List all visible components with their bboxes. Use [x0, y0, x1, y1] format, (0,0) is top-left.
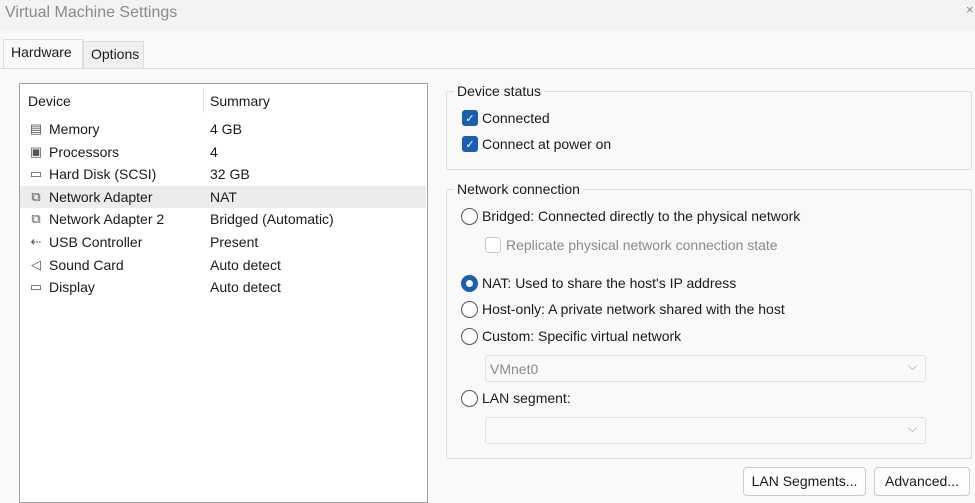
device-name: Network Adapter 2 — [49, 211, 165, 228]
connected-checkbox[interactable]: ✓ — [462, 110, 478, 126]
device-summary: 4 — [210, 143, 218, 160]
close-icon[interactable]: × — [966, 2, 974, 17]
bridged-radio[interactable] — [461, 208, 478, 225]
tab-hardware[interactable]: Hardware — [3, 39, 83, 69]
custom-label[interactable]: Custom: Specific virtual network — [482, 328, 681, 344]
nat-label[interactable]: NAT: Used to share the host's IP address — [482, 275, 736, 291]
device-summary: 4 GB — [210, 121, 242, 137]
network-adapter-icon: ⧉ — [31, 211, 41, 227]
device-row[interactable]: ▤ Memory 4 GB — [20, 118, 426, 140]
device-summary: 32 GB — [210, 166, 250, 183]
device-name: Processors — [49, 143, 120, 160]
column-header-device[interactable]: Device — [28, 93, 71, 109]
hard-disk-icon: ▭ — [29, 166, 43, 182]
speaker-icon: ◁ — [31, 256, 41, 272]
host-only-label[interactable]: Host-only: A private network shared with… — [482, 301, 785, 317]
nat-radio[interactable] — [461, 275, 478, 292]
replicate-label[interactable]: Replicate physical network connection st… — [506, 237, 778, 253]
device-list[interactable]: Device Summary ▤ Memory 4 GB ▣ Processors 4 ▭ H… — [19, 83, 428, 503]
device-name: Memory — [49, 121, 100, 137]
bridged-label[interactable]: Bridged: Connected directly to the physi… — [482, 208, 800, 224]
connect-at-power-on-label[interactable]: Connect at power on — [482, 136, 611, 152]
column-divider[interactable] — [203, 89, 204, 113]
lan-segments-button[interactable]: LAN Segments... — [743, 467, 866, 496]
device-name: Display — [49, 279, 95, 296]
device-row[interactable]: ▣ Processors 4 — [20, 141, 426, 163]
device-status-group — [446, 91, 972, 170]
custom-network-dropdown[interactable]: VMnet0 ⌵ — [485, 355, 926, 382]
device-summary: Auto detect — [210, 279, 281, 296]
device-summary: Present — [210, 234, 259, 250]
device-summary: NAT — [210, 188, 237, 205]
network-adapter-icon: ⧉ — [31, 188, 41, 204]
chevron-down-icon: ⌵ — [907, 359, 917, 373]
chevron-down-icon: ⌵ — [907, 421, 917, 435]
memory-icon: ▤ — [29, 121, 43, 136]
connect-at-power-on-checkbox[interactable]: ✓ — [462, 136, 478, 152]
device-row[interactable]: ⧉ Network Adapter 2 Bridged (Automatic) — [20, 208, 426, 230]
device-name: Network Adapter — [49, 188, 153, 205]
device-name: Sound Card — [49, 256, 124, 273]
column-header-summary[interactable]: Summary — [210, 93, 270, 109]
custom-network-value: VMnet0 — [490, 361, 539, 377]
tab-divider — [0, 68, 975, 69]
device-summary: Bridged (Automatic) — [210, 211, 334, 228]
custom-radio[interactable] — [461, 328, 478, 345]
device-row[interactable]: ▭ Hard Disk (SCSI) 32 GB — [20, 163, 426, 185]
lan-segment-radio[interactable] — [461, 390, 478, 407]
device-name: Hard Disk (SCSI) — [49, 166, 157, 183]
display-icon: ▭ — [29, 279, 43, 295]
connected-label[interactable]: Connected — [482, 110, 550, 126]
host-only-radio[interactable] — [461, 301, 478, 318]
device-summary: Auto detect — [210, 256, 281, 273]
device-row[interactable]: ◁ Sound Card Auto detect — [20, 254, 426, 276]
lan-segment-label[interactable]: LAN segment: — [482, 390, 571, 406]
network-connection-legend: Network connection — [454, 181, 583, 197]
device-row[interactable]: ⇠ USB Controller Present — [20, 231, 426, 253]
advanced-button[interactable]: Advanced... — [874, 467, 970, 496]
replicate-checkbox[interactable] — [485, 237, 501, 253]
tab-options[interactable]: Options — [83, 41, 144, 69]
device-name: USB Controller — [49, 234, 143, 250]
window-title: Virtual Machine Settings — [5, 4, 178, 21]
usb-icon: ⇠ — [30, 234, 42, 249]
device-row[interactable]: ▭ Display Auto detect — [20, 276, 426, 298]
processor-icon: ▣ — [29, 143, 43, 159]
lan-segment-dropdown[interactable]: ⌵ — [485, 417, 926, 444]
device-status-legend: Device status — [454, 83, 545, 99]
device-row[interactable]: ⧉ Network Adapter NAT — [20, 185, 426, 208]
